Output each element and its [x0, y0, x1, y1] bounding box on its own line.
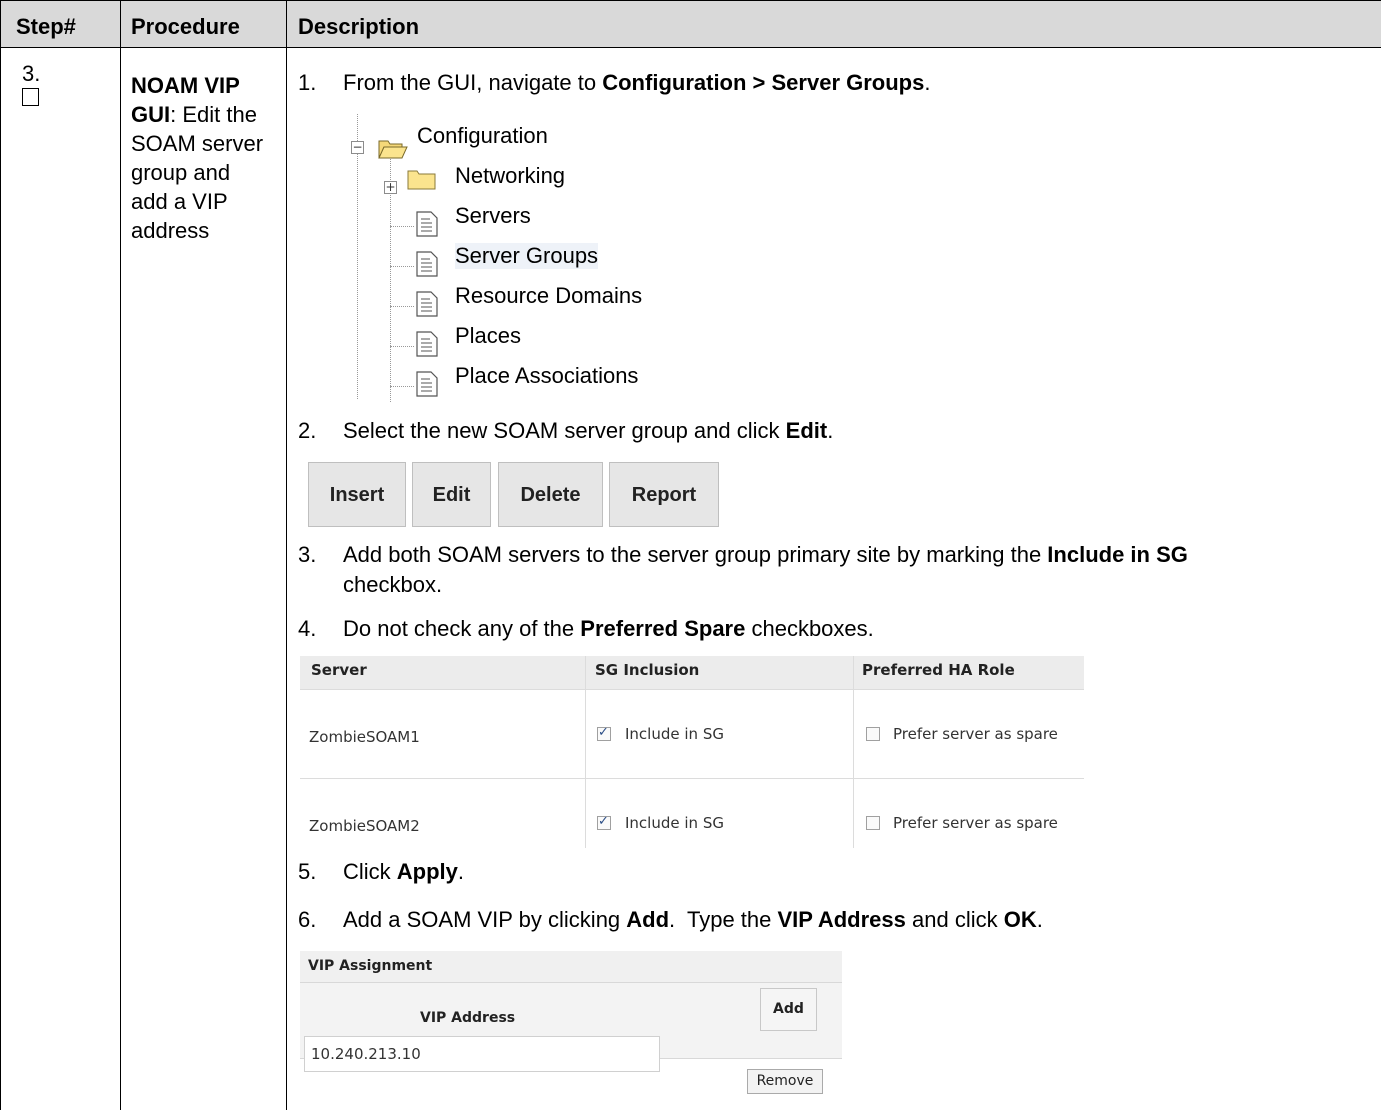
tree-item-server-groups[interactable]: Server Groups [455, 243, 599, 269]
header-procedure: Procedure [131, 14, 240, 39]
instruction-pre: Select the new SOAM server group and cli… [343, 418, 786, 443]
instruction-number: 2. [298, 418, 317, 443]
insert-button[interactable]: Insert [308, 462, 406, 527]
tree-item-servers[interactable]: Servers [455, 203, 531, 229]
add-vip-button[interactable]: Add [760, 988, 817, 1031]
table-cell-role: Prefer server as spare [893, 814, 1058, 832]
document-icon [416, 291, 438, 322]
column-divider [853, 656, 854, 848]
header-row: Step# Procedure Description [0, 0, 1381, 48]
server-table: Server SG Inclusion Preferred HA Role Zo… [300, 656, 1084, 848]
edit-button[interactable]: Edit [412, 462, 491, 527]
instruction-number: 6. [298, 907, 317, 932]
row-divider [300, 778, 1084, 779]
header-description: Description [298, 14, 420, 39]
tree-connector [390, 386, 414, 387]
prefer-spare-checkbox[interactable] [866, 816, 880, 830]
tree-guide [357, 114, 358, 399]
divider-procedure [286, 0, 287, 1110]
expand-icon[interactable]: + [384, 181, 397, 194]
tree-item-place-associations[interactable]: Place Associations [455, 363, 638, 389]
header-step: Step# [16, 14, 76, 39]
document-icon [416, 211, 438, 242]
table-cell-inclusion: Include in SG [625, 725, 724, 743]
vip-panel-title: VIP Assignment [300, 951, 842, 983]
tree-item-configuration[interactable]: Configuration [417, 123, 548, 149]
delete-button[interactable]: Delete [498, 462, 603, 527]
instruction-bold: VIP Address [777, 907, 906, 932]
tree-connector [390, 306, 414, 307]
column-divider [585, 656, 586, 848]
report-button[interactable]: Report [609, 462, 719, 527]
instruction-number: 1. [298, 70, 317, 95]
border-left [0, 0, 1, 1110]
instruction-post: . [827, 418, 834, 443]
tree-connector [390, 226, 414, 227]
instruction-text: Add both SOAM servers to the server grou… [343, 540, 1188, 569]
instruction-pre: Do not check any of the [343, 616, 581, 641]
procedure-table: Step# Procedure Description 3. NOAM VIP … [0, 0, 1381, 1110]
instruction-text: Add a SOAM VIP by clicking Add. Type the… [343, 905, 1043, 934]
table-cell-server: ZombieSOAM1 [309, 728, 420, 746]
instruction-number: 5. [298, 859, 317, 884]
instruction-text: Do not check any of the Preferred Spare … [343, 614, 874, 643]
instruction-post: checkboxes. [745, 616, 874, 641]
column-header-preferred-ha-role: Preferred HA Role [862, 661, 1015, 679]
document-icon [416, 371, 438, 402]
instruction-bold: Configuration > Server Groups [602, 70, 925, 95]
document-icon [416, 331, 438, 362]
instruction-bold: Apply [396, 859, 458, 884]
include-in-sg-checkbox[interactable] [597, 814, 611, 830]
include-in-sg-checkbox[interactable] [597, 725, 611, 741]
instruction-pre: Add a SOAM VIP by clicking [343, 907, 627, 932]
divider-step [120, 0, 121, 1110]
tree-item-places[interactable]: Places [455, 323, 521, 349]
column-header-sg-inclusion: SG Inclusion [595, 661, 700, 679]
procedure-text: NOAM VIP GUI: Edit the SOAM server group… [131, 71, 271, 245]
instruction-number: 3. [298, 542, 317, 567]
instruction-post: . [457, 859, 465, 884]
tree-item-resource-domains[interactable]: Resource Domains [455, 283, 642, 309]
tree-connector [390, 266, 414, 267]
instruction-post: . [1036, 907, 1043, 932]
remove-vip-button[interactable]: Remove [747, 1069, 823, 1094]
step-number: 3. [22, 61, 41, 86]
config-tree: − Configuration + Networking Servers Ser… [350, 114, 710, 404]
collapse-icon[interactable]: − [351, 141, 364, 154]
instruction-mid: and click [905, 907, 1004, 932]
instruction-bold: Include in SG [1047, 542, 1188, 567]
instruction-text: Select the new SOAM server group and cli… [343, 416, 833, 445]
tree-connector [390, 346, 414, 347]
instruction-number: 4. [298, 616, 317, 641]
instruction-text: From the GUI, navigate to Configuration … [343, 68, 930, 97]
instruction-bold: Edit [785, 418, 828, 443]
instruction-mid: . Type the [669, 907, 778, 932]
vip-address-column-header: VIP Address [420, 1010, 516, 1026]
tree-item-networking[interactable]: Networking [455, 163, 565, 189]
vip-address-input[interactable]: 10.240.213.10 [304, 1036, 660, 1072]
instruction-text: Click Apply. [343, 857, 464, 886]
column-header-server: Server [311, 661, 367, 679]
instruction-bold: Preferred Spare [580, 616, 746, 641]
step-checkbox[interactable] [22, 88, 39, 106]
table-cell-role: Prefer server as spare [893, 725, 1058, 743]
prefer-spare-checkbox[interactable] [866, 727, 880, 741]
table-cell-inclusion: Include in SG [625, 814, 724, 832]
vip-assignment-panel: VIP Assignment VIP Address Add 10.240.21… [300, 951, 842, 1110]
row-divider [300, 689, 1084, 690]
instruction-pre: Add both SOAM servers to the server grou… [343, 542, 1048, 567]
folder-open-icon [378, 138, 408, 165]
instruction-bold: Add [626, 907, 670, 932]
instruction-post: . [924, 70, 931, 95]
instruction-pre: Click [343, 859, 397, 884]
document-icon [416, 251, 438, 282]
instruction-text-line2: checkbox. [343, 572, 443, 597]
instruction-pre: From the GUI, navigate to [343, 70, 603, 95]
instruction-bold: OK [1003, 907, 1037, 932]
table-cell-server: ZombieSOAM2 [309, 817, 420, 835]
folder-icon [407, 168, 437, 195]
